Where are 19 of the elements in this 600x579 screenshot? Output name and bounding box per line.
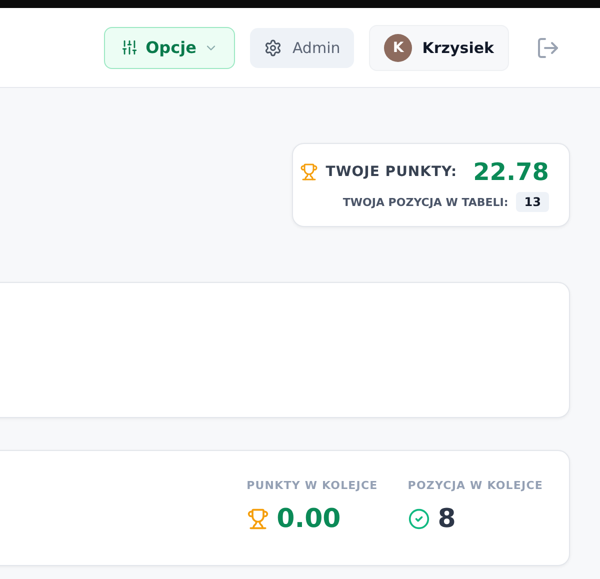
trophy-icon	[300, 163, 318, 181]
admin-button[interactable]: Admin	[250, 28, 354, 68]
stat-label: PUNKTY W KOLEJCE	[246, 479, 378, 492]
sliders-icon	[120, 39, 138, 56]
stat-label: POZYCJA W KOLEJCE	[408, 479, 543, 492]
settings-icon	[264, 38, 282, 56]
position-label: TWOJA POZYCJA W TABELI:	[342, 196, 508, 208]
stat-value: 0.00	[276, 504, 341, 534]
user-button[interactable]: K Krzysiek	[369, 24, 509, 70]
points-label: TWOJE PUNKTY:	[326, 164, 458, 180]
trophy-icon	[246, 508, 269, 530]
check-circle-icon	[408, 508, 430, 530]
avatar: K	[384, 34, 412, 62]
points-value: 22.78	[473, 158, 549, 186]
logout-icon	[536, 36, 560, 60]
options-button[interactable]: Opcje	[104, 26, 236, 68]
logout-button[interactable]	[536, 36, 560, 60]
position-badge: 13	[516, 192, 549, 212]
stat-value: 8	[438, 504, 456, 534]
